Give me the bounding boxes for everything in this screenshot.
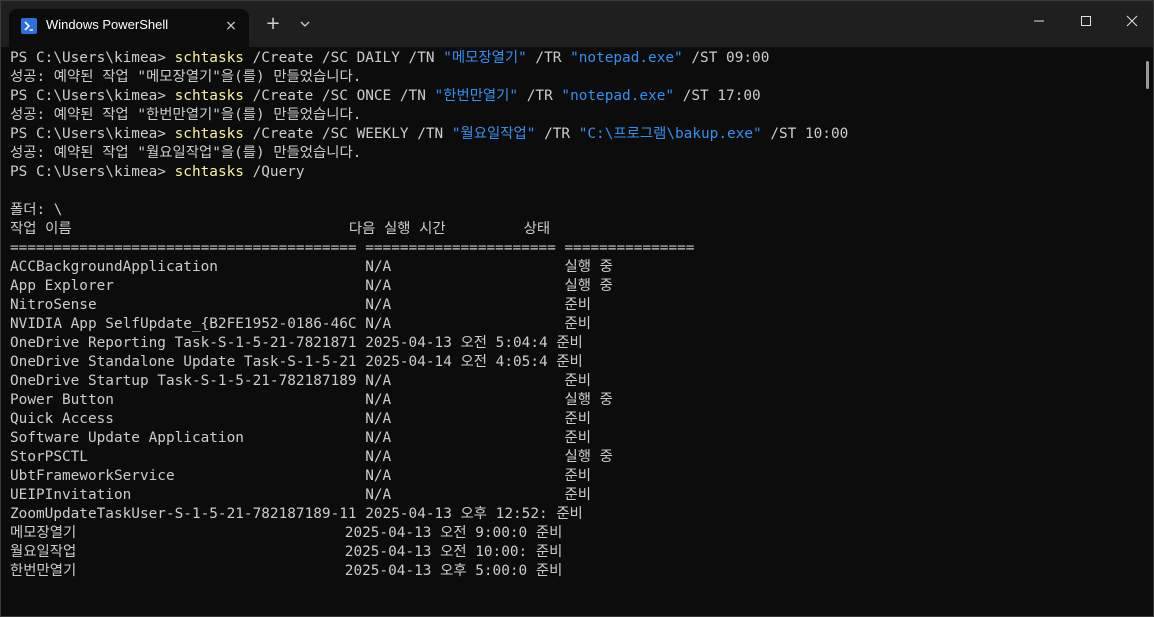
terminal-line: 성공: 예약된 작업 "한번만열기"을(를) 만들었습니다. — [10, 106, 1130, 125]
terminal-line: NitroSense N/A 준비 — [10, 296, 1130, 315]
close-icon[interactable] — [1108, 1, 1154, 41]
output-text: Software Update Application N/A 준비 — [10, 430, 591, 446]
command-text: schtasks — [174, 126, 244, 142]
string-literal: "월요일작업" — [451, 126, 536, 142]
terminal-line: PS C:\Users\kimea> schtasks /Create /SC … — [10, 49, 1130, 68]
output-text: NitroSense N/A 준비 — [10, 297, 591, 313]
output-text: Power Button N/A 실행 중 — [10, 392, 613, 408]
scrollbar[interactable] — [1146, 61, 1149, 89]
title-bar: Windows PowerShell × + — [1, 1, 1153, 47]
terminal-line: OneDrive Standalone Update Task-S-1-5-21… — [10, 353, 1130, 372]
terminal-line: 작업 이름 다음 실행 시간 상태 — [10, 220, 1130, 239]
output-text: NVIDIA App SelfUpdate_{B2FE1952-0186-46C… — [10, 316, 591, 332]
output-text: /Query — [243, 164, 305, 180]
output-text: 월요일작업 2025-04-13 오전 10:00: 준비 — [10, 544, 563, 560]
output-text: OneDrive Reporting Task-S-1-5-21-7821871… — [10, 335, 583, 351]
terminal-line: ========================================… — [10, 239, 1130, 258]
terminal-line: 월요일작업 2025-04-13 오전 10:00: 준비 — [10, 543, 1130, 562]
output-text: OneDrive Startup Task-S-1-5-21-782187189… — [10, 373, 591, 389]
output-text: ACCBackgroundApplication N/A 실행 중 — [10, 259, 613, 275]
terminal-line: 메모장열기 2025-04-13 오전 9:00:0 준비 — [10, 524, 1130, 543]
output-text: Quick Access N/A 준비 — [10, 411, 591, 427]
output-text: PS C:\Users\kimea> — [10, 126, 175, 142]
terminal-line: UEIPInvitation N/A 준비 — [10, 486, 1130, 505]
output-text: 성공: 예약된 작업 "월요일작업"을(를) 만들었습니다. — [10, 145, 362, 161]
terminal-line: ZoomUpdateTaskUser-S-1-5-21-782187189-11… — [10, 505, 1130, 524]
output-text: App Explorer N/A 실행 중 — [10, 278, 613, 294]
output-text: 작업 이름 다음 실행 시간 상태 — [10, 221, 551, 237]
close-tab-icon[interactable]: × — [221, 16, 241, 36]
output-text: /ST 17:00 — [674, 88, 761, 104]
output-text: PS C:\Users\kimea> — [10, 164, 175, 180]
terminal-line: Power Button N/A 실행 중 — [10, 391, 1130, 410]
new-tab-icon[interactable]: + — [262, 12, 284, 36]
minimize-icon[interactable] — [1015, 1, 1061, 41]
terminal-line: 성공: 예약된 작업 "월요일작업"을(를) 만들었습니다. — [10, 144, 1130, 163]
output-text: 폴더: \ — [10, 202, 63, 218]
terminal-line: App Explorer N/A 실행 중 — [10, 277, 1130, 296]
output-text: /Create /SC ONCE /TN — [243, 88, 435, 104]
output-text: /TR — [518, 88, 562, 104]
tab-title: Windows PowerShell — [46, 17, 169, 32]
terminal-line: PS C:\Users\kimea> schtasks /Create /SC … — [10, 87, 1130, 106]
terminal-line: 성공: 예약된 작업 "메모장열기"을(를) 만들었습니다. — [10, 68, 1130, 87]
output-text: /TR — [535, 126, 579, 142]
output-text: PS C:\Users\kimea> — [10, 88, 175, 104]
output-text: UbtFrameworkService N/A 준비 — [10, 468, 591, 484]
output-text: UEIPInvitation N/A 준비 — [10, 487, 591, 503]
maximize-icon[interactable] — [1062, 1, 1108, 41]
chevron-down-icon[interactable] — [294, 12, 316, 36]
terminal-output[interactable]: PS C:\Users\kimea> schtasks /Create /SC … — [10, 49, 1130, 609]
string-literal: "notepad.exe" — [561, 88, 675, 104]
string-literal: "메모장열기" — [443, 50, 527, 66]
terminal-line: OneDrive Startup Task-S-1-5-21-782187189… — [10, 372, 1130, 391]
output-text: OneDrive Standalone Update Task-S-1-5-21… — [10, 354, 583, 370]
terminal-line: PS C:\Users\kimea> schtasks /Query — [10, 163, 1130, 182]
output-text: ZoomUpdateTaskUser-S-1-5-21-782187189-11… — [10, 506, 583, 522]
output-text: /Create /SC DAILY /TN — [243, 50, 444, 66]
terminal-line: UbtFrameworkService N/A 준비 — [10, 467, 1130, 486]
output-text: ========================================… — [10, 240, 695, 256]
tab-powershell[interactable]: Windows PowerShell × — [9, 9, 249, 47]
terminal-line: 폴더: \ — [10, 201, 1130, 220]
terminal-line: OneDrive Reporting Task-S-1-5-21-7821871… — [10, 334, 1130, 353]
command-text: schtasks — [174, 164, 244, 180]
terminal-line: ACCBackgroundApplication N/A 실행 중 — [10, 258, 1130, 277]
string-literal: "notepad.exe" — [570, 50, 683, 66]
terminal-line: Quick Access N/A 준비 — [10, 410, 1130, 429]
output-text: 성공: 예약된 작업 "메모장열기"을(를) 만들었습니다. — [10, 69, 362, 85]
output-text: /ST 10:00 — [761, 126, 849, 142]
powershell-icon — [21, 18, 37, 34]
command-text: schtasks — [174, 88, 244, 104]
output-text: /ST 09:00 — [682, 50, 770, 66]
output-text: 메모장열기 2025-04-13 오전 9:00:0 준비 — [10, 525, 563, 541]
output-text: 한번만열기 2025-04-13 오후 5:00:0 준비 — [10, 563, 563, 579]
terminal-line: 한번만열기 2025-04-13 오후 5:00:0 준비 — [10, 562, 1130, 581]
output-text: StorPSCTL N/A 실행 중 — [10, 449, 613, 465]
terminal-line: PS C:\Users\kimea> schtasks /Create /SC … — [10, 125, 1130, 144]
string-literal: "C:\프로그램\bakup.exe" — [578, 126, 762, 142]
output-text: /Create /SC WEEKLY /TN — [243, 126, 452, 142]
string-literal: "한번만열기" — [434, 88, 519, 104]
terminal-line: Software Update Application N/A 준비 — [10, 429, 1130, 448]
output-text: PS C:\Users\kimea> — [10, 50, 175, 66]
terminal-line: StorPSCTL N/A 실행 중 — [10, 448, 1130, 467]
output-text: /TR — [526, 50, 571, 66]
terminal-line: NVIDIA App SelfUpdate_{B2FE1952-0186-46C… — [10, 315, 1130, 334]
command-text: schtasks — [174, 50, 244, 66]
output-text: 성공: 예약된 작업 "한번만열기"을(를) 만들었습니다. — [10, 107, 362, 123]
terminal-window: Windows PowerShell × + PS C:\Users\kimea… — [0, 0, 1154, 617]
